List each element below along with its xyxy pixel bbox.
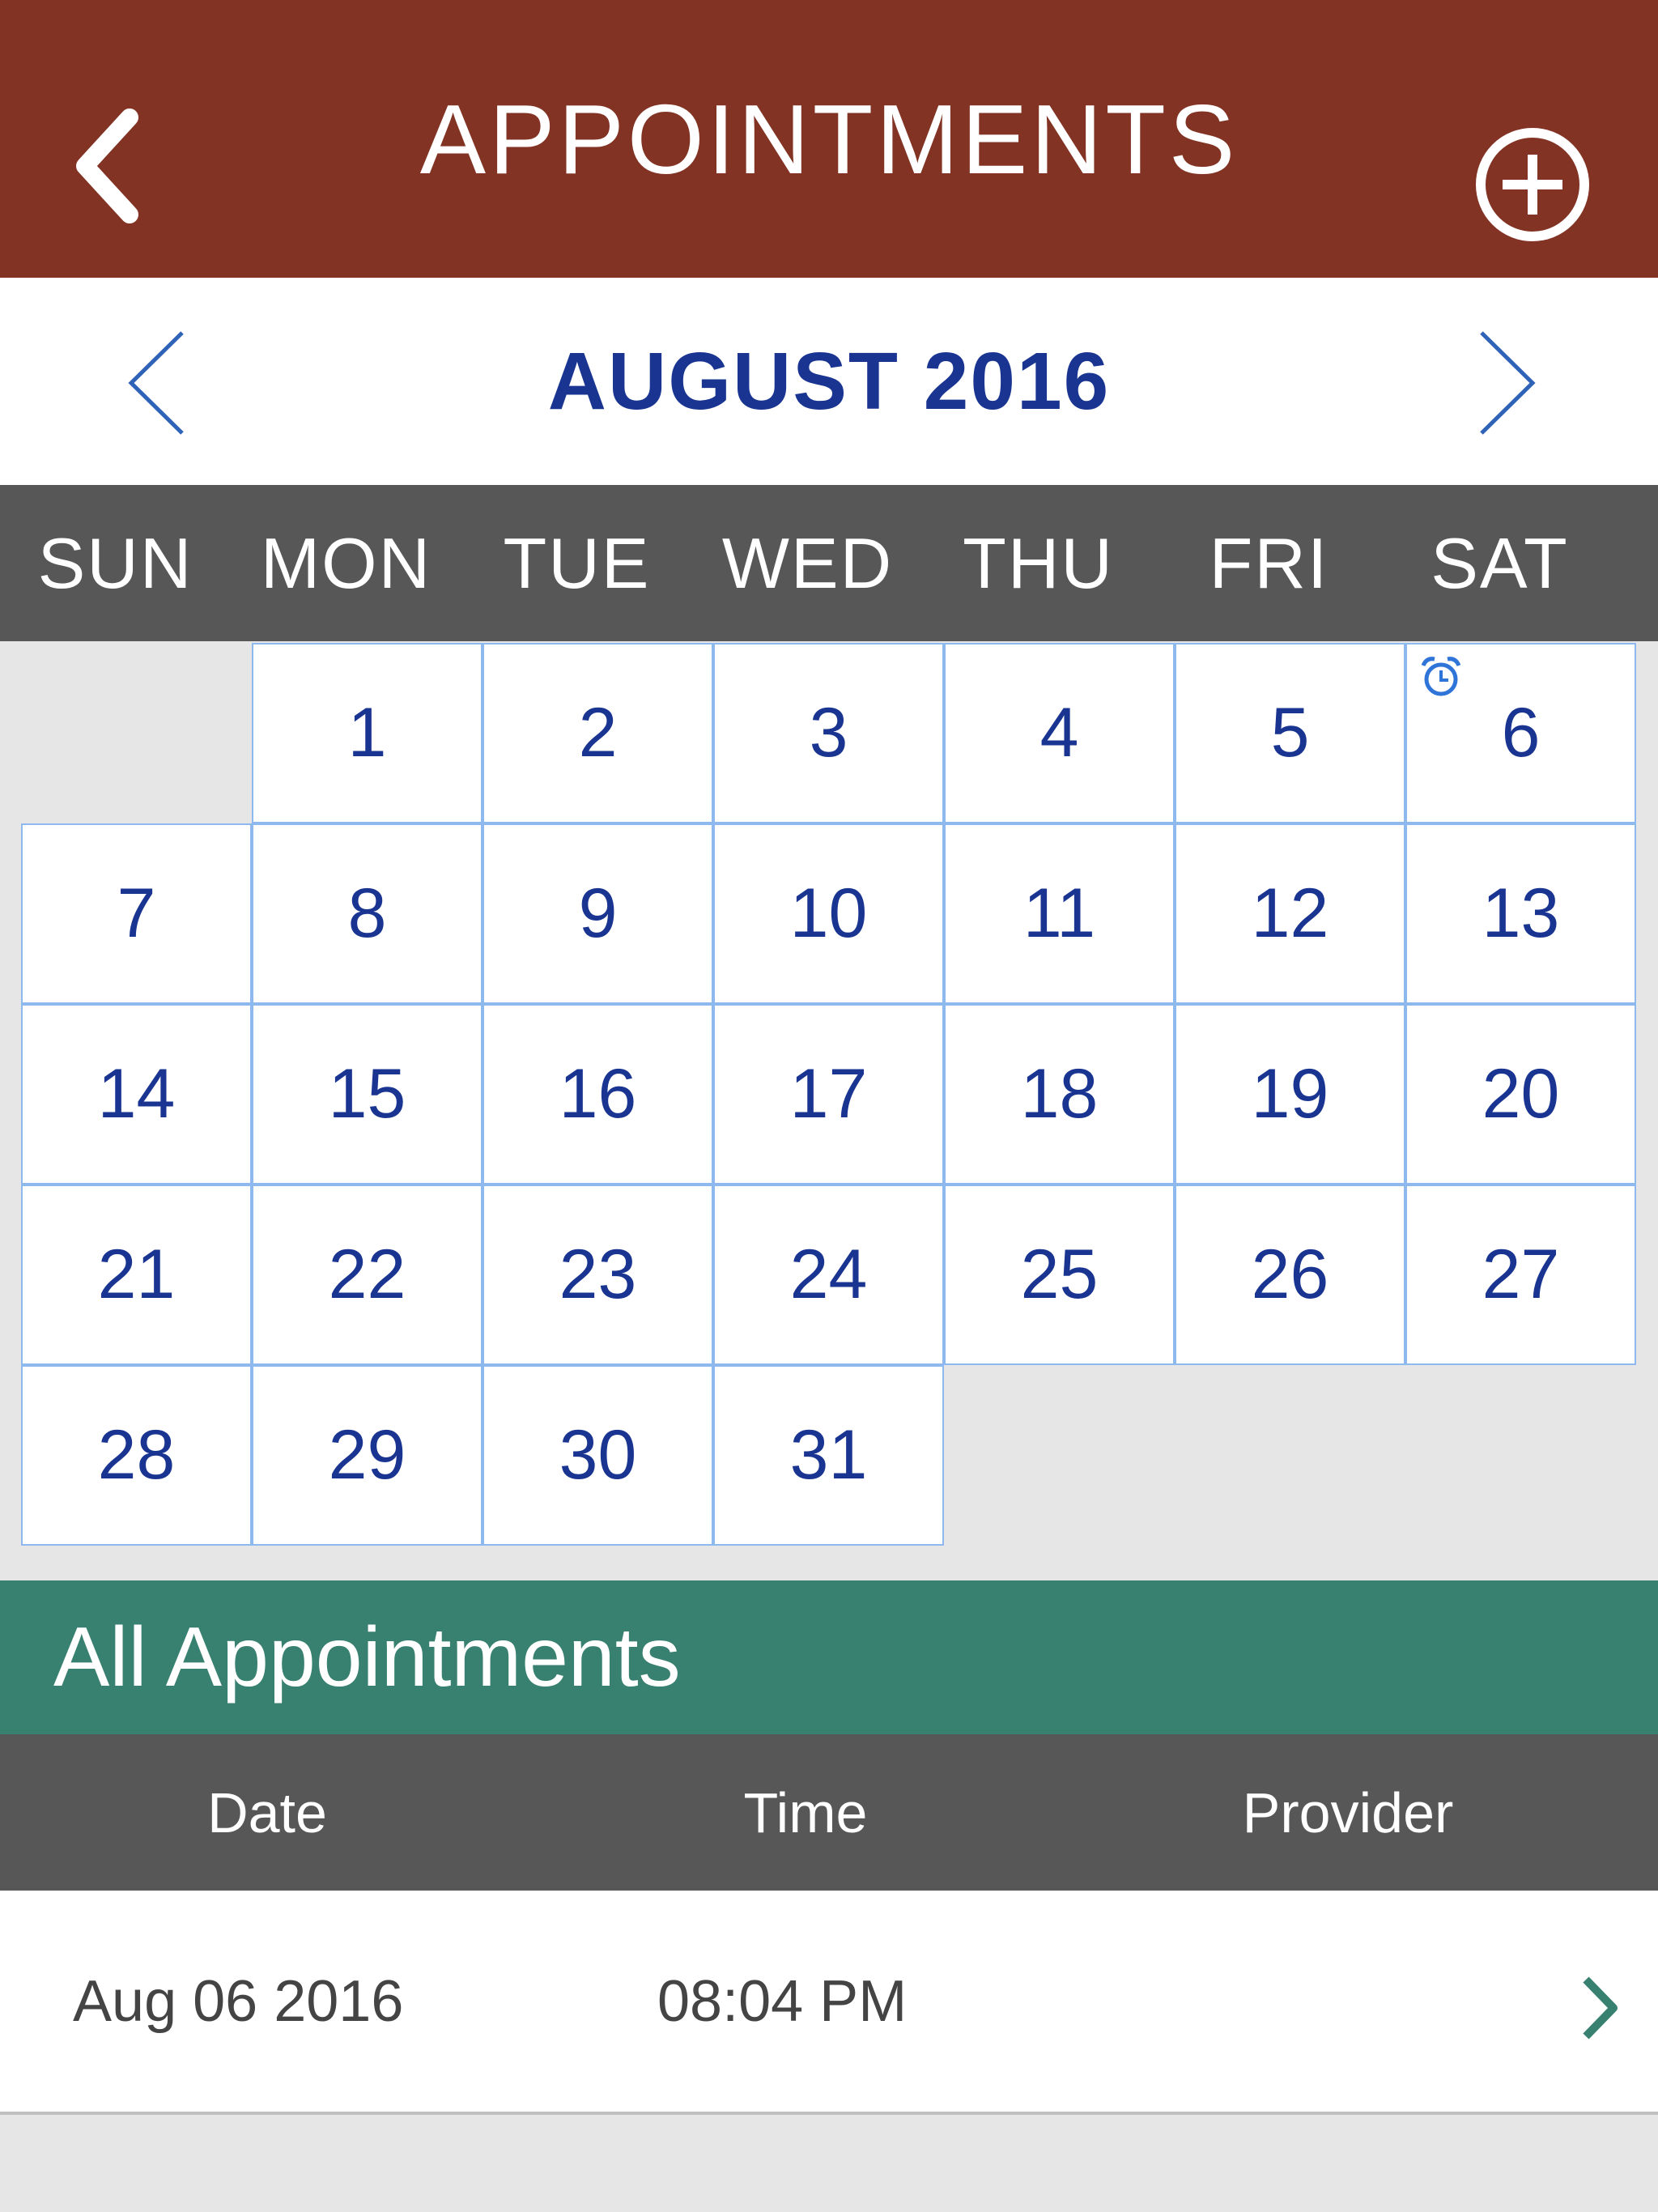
day-cell[interactable]: 16 bbox=[483, 1004, 713, 1185]
day-cell[interactable]: 10 bbox=[713, 823, 944, 1004]
day-number: 3 bbox=[809, 694, 848, 772]
day-number: 24 bbox=[789, 1236, 868, 1313]
day-number: 6 bbox=[1501, 694, 1541, 772]
day-cell[interactable]: 23 bbox=[483, 1185, 713, 1365]
day-cell[interactable]: 15 bbox=[252, 1004, 483, 1185]
day-cell[interactable]: 1 bbox=[252, 643, 483, 823]
weekday-header: SUN MON TUE WED THU FRI SAT bbox=[0, 485, 1658, 641]
day-cell[interactable]: 27 bbox=[1405, 1185, 1636, 1365]
appointment-date: Aug 06 2016 bbox=[73, 1968, 404, 2034]
alarm-clock-icon bbox=[1421, 657, 1461, 696]
day-cell[interactable]: 22 bbox=[252, 1185, 483, 1365]
next-month-button[interactable] bbox=[1469, 326, 1542, 440]
day-cell-with-appointment[interactable]: 6 bbox=[1405, 643, 1636, 823]
month-navigation: AUGUST 2016 bbox=[0, 278, 1658, 485]
day-number: 12 bbox=[1251, 874, 1329, 952]
day-cell[interactable]: 28 bbox=[21, 1365, 252, 1546]
app-header: APPOINTMENTS bbox=[0, 0, 1658, 278]
day-number: 11 bbox=[1022, 874, 1096, 952]
weekday-sat: SAT bbox=[1431, 522, 1569, 603]
day-cell[interactable]: 14 bbox=[21, 1004, 252, 1185]
day-cell[interactable]: 20 bbox=[1405, 1004, 1636, 1185]
day-cell[interactable]: 9 bbox=[483, 823, 713, 1004]
all-appointments-header: All Appointments bbox=[0, 1580, 1658, 1734]
weekday-thu: THU bbox=[963, 522, 1114, 603]
day-cell[interactable]: 4 bbox=[944, 643, 1175, 823]
day-cell[interactable]: 5 bbox=[1175, 643, 1405, 823]
day-cell[interactable]: 17 bbox=[713, 1004, 944, 1185]
day-cell[interactable]: 8 bbox=[252, 823, 483, 1004]
day-number: 4 bbox=[1039, 694, 1079, 772]
add-appointment-button[interactable] bbox=[1473, 125, 1592, 244]
appointment-row[interactable]: Aug 06 2016 08:04 PM bbox=[0, 1891, 1658, 2115]
column-date: Date bbox=[207, 1780, 327, 1844]
chevron-right-icon bbox=[1583, 1976, 1618, 2040]
weekday-tue: TUE bbox=[503, 522, 651, 603]
day-number: 17 bbox=[789, 1055, 868, 1133]
day-cell[interactable]: 31 bbox=[713, 1365, 944, 1546]
day-cell[interactable]: 7 bbox=[21, 823, 252, 1004]
plus-circle-icon bbox=[1476, 128, 1589, 241]
day-number: 7 bbox=[117, 874, 156, 952]
day-number: 26 bbox=[1251, 1236, 1329, 1313]
month-label: AUGUST 2016 bbox=[547, 335, 1111, 427]
day-number: 2 bbox=[578, 694, 618, 772]
day-cell[interactable]: 30 bbox=[483, 1365, 713, 1546]
day-number: 8 bbox=[347, 874, 387, 952]
day-cell[interactable]: 19 bbox=[1175, 1004, 1405, 1185]
calendar-grid: 1 2 3 4 5 6 7 8 9 10 11 12 13 14 15 16 1… bbox=[0, 641, 1658, 1580]
day-number: 23 bbox=[559, 1236, 637, 1313]
day-cell[interactable]: 11 bbox=[944, 823, 1175, 1004]
day-number: 15 bbox=[328, 1055, 406, 1133]
day-cell[interactable]: 24 bbox=[713, 1185, 944, 1365]
day-number: 18 bbox=[1020, 1055, 1099, 1133]
day-cell[interactable]: 25 bbox=[944, 1185, 1175, 1365]
page-title: APPOINTMENTS bbox=[419, 83, 1239, 194]
appointment-time: 08:04 PM bbox=[657, 1968, 908, 2034]
day-number: 9 bbox=[578, 874, 618, 952]
section-title: All Appointments bbox=[53, 1610, 681, 1704]
day-cell[interactable]: 2 bbox=[483, 643, 713, 823]
day-number: 10 bbox=[789, 874, 868, 952]
weekday-mon: MON bbox=[260, 522, 432, 603]
day-number: 28 bbox=[97, 1416, 176, 1494]
weekday-sun: SUN bbox=[37, 522, 193, 603]
day-number: 20 bbox=[1482, 1055, 1560, 1133]
day-number: 14 bbox=[97, 1055, 176, 1133]
day-number: 16 bbox=[559, 1055, 637, 1133]
day-cell[interactable]: 12 bbox=[1175, 823, 1405, 1004]
chevron-right-icon bbox=[1480, 331, 1536, 435]
day-cell[interactable]: 21 bbox=[21, 1185, 252, 1365]
day-cell[interactable]: 29 bbox=[252, 1365, 483, 1546]
day-cell[interactable]: 3 bbox=[713, 643, 944, 823]
weekday-wed: WED bbox=[721, 522, 894, 603]
day-number: 29 bbox=[328, 1416, 406, 1494]
day-number: 25 bbox=[1020, 1236, 1099, 1313]
day-number: 19 bbox=[1251, 1055, 1329, 1133]
day-number: 31 bbox=[789, 1416, 868, 1494]
weekday-fri: FRI bbox=[1209, 522, 1329, 603]
appointments-column-header: Date Time Provider bbox=[0, 1734, 1658, 1891]
column-provider: Provider bbox=[1242, 1780, 1454, 1844]
day-cell[interactable]: 18 bbox=[944, 1004, 1175, 1185]
day-number: 5 bbox=[1270, 694, 1310, 772]
day-number: 27 bbox=[1482, 1236, 1560, 1313]
day-number: 1 bbox=[347, 694, 387, 772]
day-cell[interactable]: 26 bbox=[1175, 1185, 1405, 1365]
day-number: 13 bbox=[1482, 874, 1560, 952]
day-number: 21 bbox=[97, 1236, 176, 1313]
day-number: 22 bbox=[328, 1236, 406, 1313]
day-cell[interactable]: 13 bbox=[1405, 823, 1636, 1004]
column-time: Time bbox=[743, 1780, 868, 1844]
day-number: 30 bbox=[559, 1416, 637, 1494]
